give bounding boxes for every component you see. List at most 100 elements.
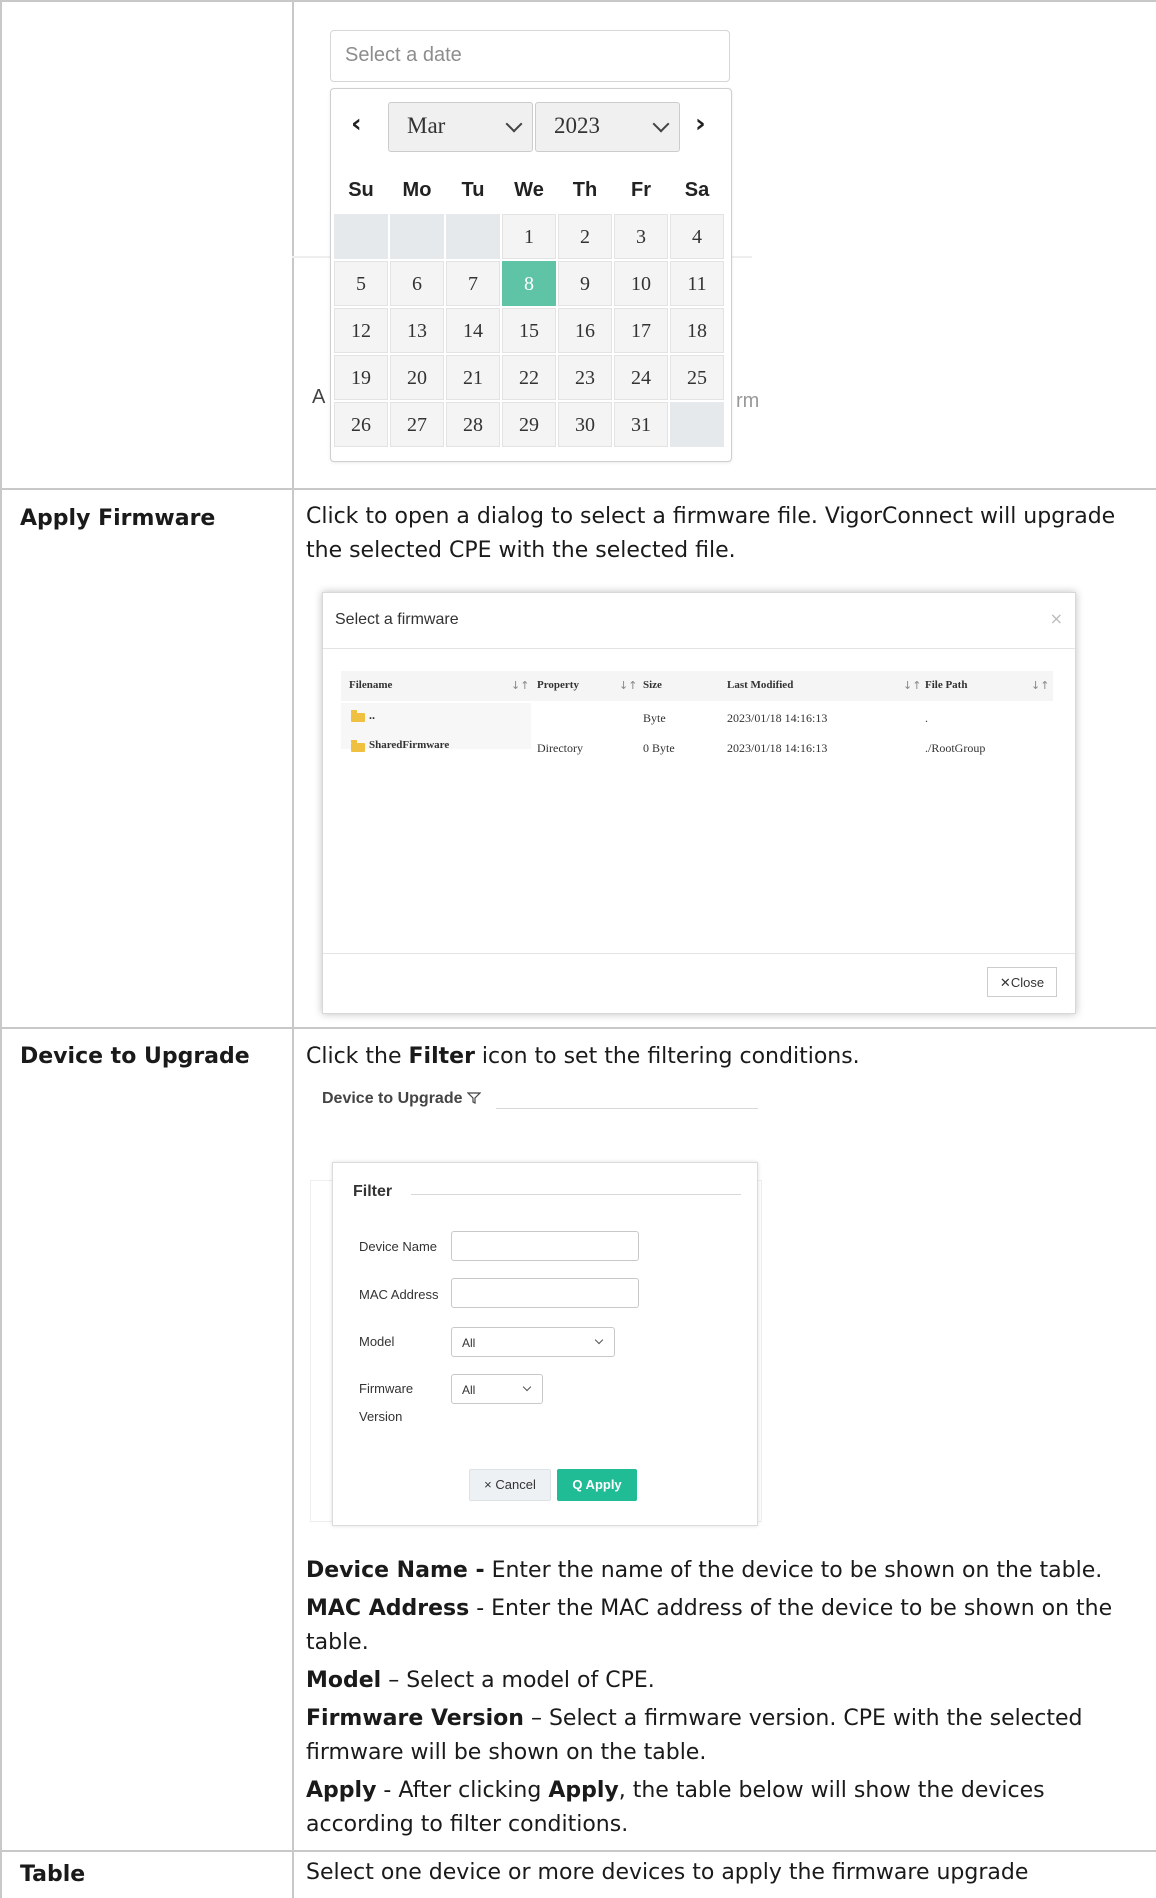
calendar-day[interactable]: 12 <box>334 308 388 353</box>
calendar-empty-cell <box>334 214 388 259</box>
chevron-right-icon[interactable]: › <box>695 109 706 139</box>
calendar-day[interactable]: 20 <box>390 355 444 400</box>
calendar-day[interactable]: 4 <box>670 214 724 259</box>
calendar-day[interactable]: 3 <box>614 214 668 259</box>
model-value: All <box>462 1336 476 1350</box>
calendar-day[interactable]: 9 <box>558 261 612 306</box>
sort-icon[interactable]: ↓↑ <box>619 679 637 692</box>
calendar-day[interactable]: 11 <box>670 261 724 306</box>
apply-button[interactable]: Q Apply <box>557 1469 637 1501</box>
calendar-day[interactable]: 24 <box>614 355 668 400</box>
date-input[interactable]: Select a date <box>330 30 730 82</box>
year-select[interactable]: 2023 <box>535 102 680 152</box>
close-button[interactable]: ✕Close <box>987 967 1057 997</box>
file-modified: 2023/01/18 14:16:13 <box>727 741 828 755</box>
note-term: Device Name - <box>306 1558 485 1583</box>
file-size: Byte <box>643 711 666 725</box>
calendar-day[interactable]: 22 <box>502 355 556 400</box>
filter-title-rule <box>411 1194 741 1195</box>
note-text: – Select a model of CPE. <box>381 1668 655 1693</box>
calendar-day[interactable]: 6 <box>390 261 444 306</box>
calendar-empty-cell <box>446 214 500 259</box>
calendar-day[interactable]: 25 <box>670 355 724 400</box>
device-name-input[interactable] <box>451 1231 639 1261</box>
column-header-file-path[interactable]: File Path <box>925 679 967 691</box>
year-value: 2023 <box>554 113 600 138</box>
calendar-day-selected[interactable]: 8 <box>502 261 556 306</box>
calendar-day[interactable]: 19 <box>334 355 388 400</box>
chevron-left-icon[interactable]: ‹ <box>351 109 362 139</box>
firmware-version-value: All <box>462 1383 476 1397</box>
row-divider <box>0 1027 1156 1029</box>
row-label-apply-firmware: Apply Firmware <box>20 506 216 531</box>
table-description: Select one device or more devices to app… <box>306 1860 1029 1885</box>
calendar-day[interactable]: 13 <box>390 308 444 353</box>
file-path: ./RootGroup <box>925 741 986 755</box>
calendar-day[interactable]: 26 <box>334 402 388 447</box>
calendar-day[interactable]: 1 <box>502 214 556 259</box>
mac-address-input[interactable] <box>451 1278 639 1308</box>
table-border-left <box>0 0 2 1898</box>
heading-rule <box>496 1108 758 1109</box>
firmware-version-label: Firmware <box>359 1381 414 1396</box>
weekday-header: Tu <box>461 179 485 201</box>
calendar-day[interactable]: 5 <box>334 261 388 306</box>
file-name: SharedFirmware <box>369 739 450 751</box>
calendar-day[interactable]: 21 <box>446 355 500 400</box>
calendar-day[interactable]: 10 <box>614 261 668 306</box>
cancel-button[interactable]: × Cancel <box>469 1469 551 1501</box>
column-header-property[interactable]: Property <box>537 679 579 691</box>
firmware-version-select[interactable]: All <box>451 1374 543 1404</box>
calendar-day[interactable]: 30 <box>558 402 612 447</box>
sort-icon[interactable]: ↓↑ <box>511 679 529 692</box>
dialog-footer-divider <box>323 953 1075 954</box>
column-header-size[interactable]: Size <box>643 679 662 691</box>
calendar-day[interactable]: 14 <box>446 308 500 353</box>
apply-firmware-description: Click to open a dialog to select a firmw… <box>306 504 1116 563</box>
calendar-empty-cell <box>670 402 724 447</box>
calendar-day[interactable]: 16 <box>558 308 612 353</box>
model-select[interactable]: All <box>451 1327 615 1357</box>
note-term: Apply <box>548 1778 619 1803</box>
background-text-fragment: A <box>312 386 326 408</box>
chevron-down-icon <box>594 1335 604 1345</box>
row-divider <box>0 488 1156 490</box>
filter-icon[interactable] <box>466 1092 482 1104</box>
column-header-filename[interactable]: Filename <box>349 679 392 691</box>
firmware-version-note: Firmware Version – Select a firmware ver… <box>306 1702 1126 1770</box>
model-note: Model – Select a model of CPE. <box>306 1664 1126 1698</box>
calendar-day[interactable]: 17 <box>614 308 668 353</box>
calendar-day[interactable]: 28 <box>446 402 500 447</box>
weekday-header: Su <box>348 179 374 201</box>
note-term: Apply <box>306 1778 377 1803</box>
file-size: 0 Byte <box>643 741 675 755</box>
calendar-popup: ‹ Mar 2023 › Su Mo Tu We Th Fr Sa 1 2 3 4 5 6 7 8 9 10 11… <box>330 88 732 462</box>
calendar-day[interactable]: 27 <box>390 402 444 447</box>
filter-title: Filter <box>353 1183 393 1200</box>
column-header-last-modified[interactable]: Last Modified <box>727 679 793 691</box>
weekday-header: Mo <box>402 179 432 201</box>
x-icon[interactable]: × <box>1050 609 1063 628</box>
note-text: Enter the name of the device to be shown… <box>484 1558 1103 1583</box>
device-name-label: Device Name <box>359 1239 438 1254</box>
note-text: - After clicking <box>376 1778 549 1803</box>
calendar-day[interactable]: 2 <box>558 214 612 259</box>
file-modified: 2023/01/18 14:16:13 <box>727 711 828 725</box>
weekday-header: Th <box>572 179 598 201</box>
intro-text: icon to set the filtering conditions. <box>474 1044 860 1069</box>
sort-icon[interactable]: ↓↑ <box>1031 679 1049 692</box>
row-divider <box>0 1850 1156 1852</box>
file-name: .. <box>369 708 375 722</box>
month-select[interactable]: Mar <box>388 102 533 152</box>
chevron-down-icon <box>522 1382 532 1392</box>
calendar-day[interactable]: 31 <box>614 402 668 447</box>
calendar-day[interactable]: 29 <box>502 402 556 447</box>
firmware-version-label: Version <box>359 1409 403 1424</box>
calendar-day[interactable]: 23 <box>558 355 612 400</box>
file-path: . <box>925 711 928 725</box>
calendar-day[interactable]: 7 <box>446 261 500 306</box>
calendar-day[interactable]: 15 <box>502 308 556 353</box>
sort-icon[interactable]: ↓↑ <box>903 679 921 692</box>
calendar-day[interactable]: 18 <box>670 308 724 353</box>
note-term: Firmware Version <box>306 1706 524 1731</box>
